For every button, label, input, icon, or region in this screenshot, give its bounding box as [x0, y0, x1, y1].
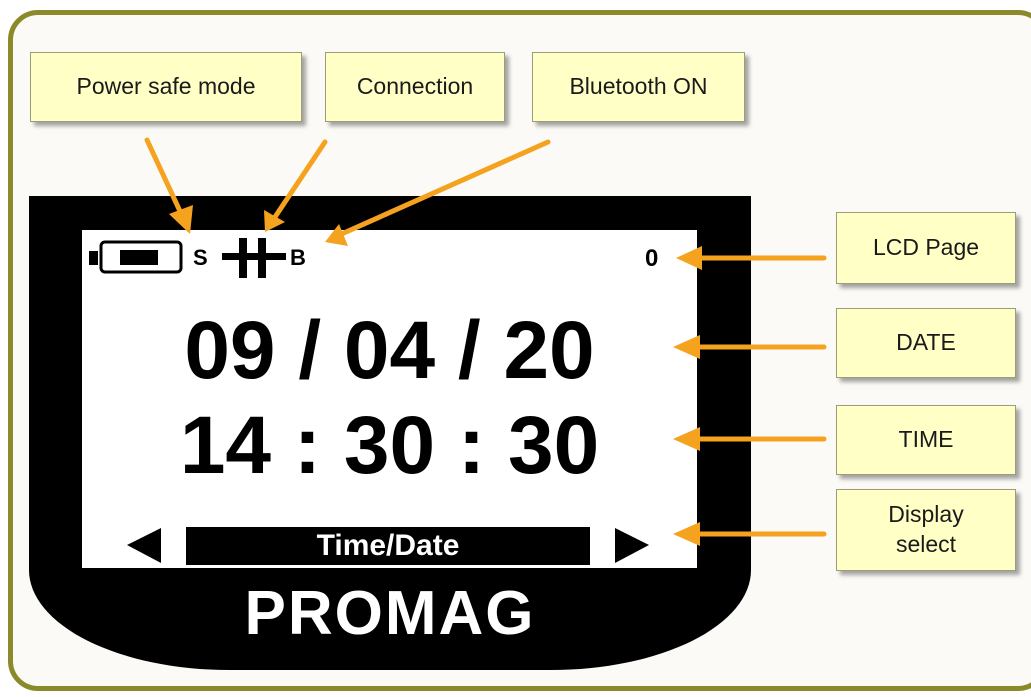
arrow-bluetooth	[334, 139, 551, 239]
pointer-arrows	[144, 137, 827, 546]
arrowhead-time	[673, 427, 700, 451]
arrowhead-display-select	[673, 522, 700, 546]
arrowhead-date	[673, 335, 700, 359]
arrow-connection	[270, 139, 328, 223]
arrow-power-safe	[144, 137, 188, 225]
arrowhead-lcd-page	[676, 246, 702, 270]
